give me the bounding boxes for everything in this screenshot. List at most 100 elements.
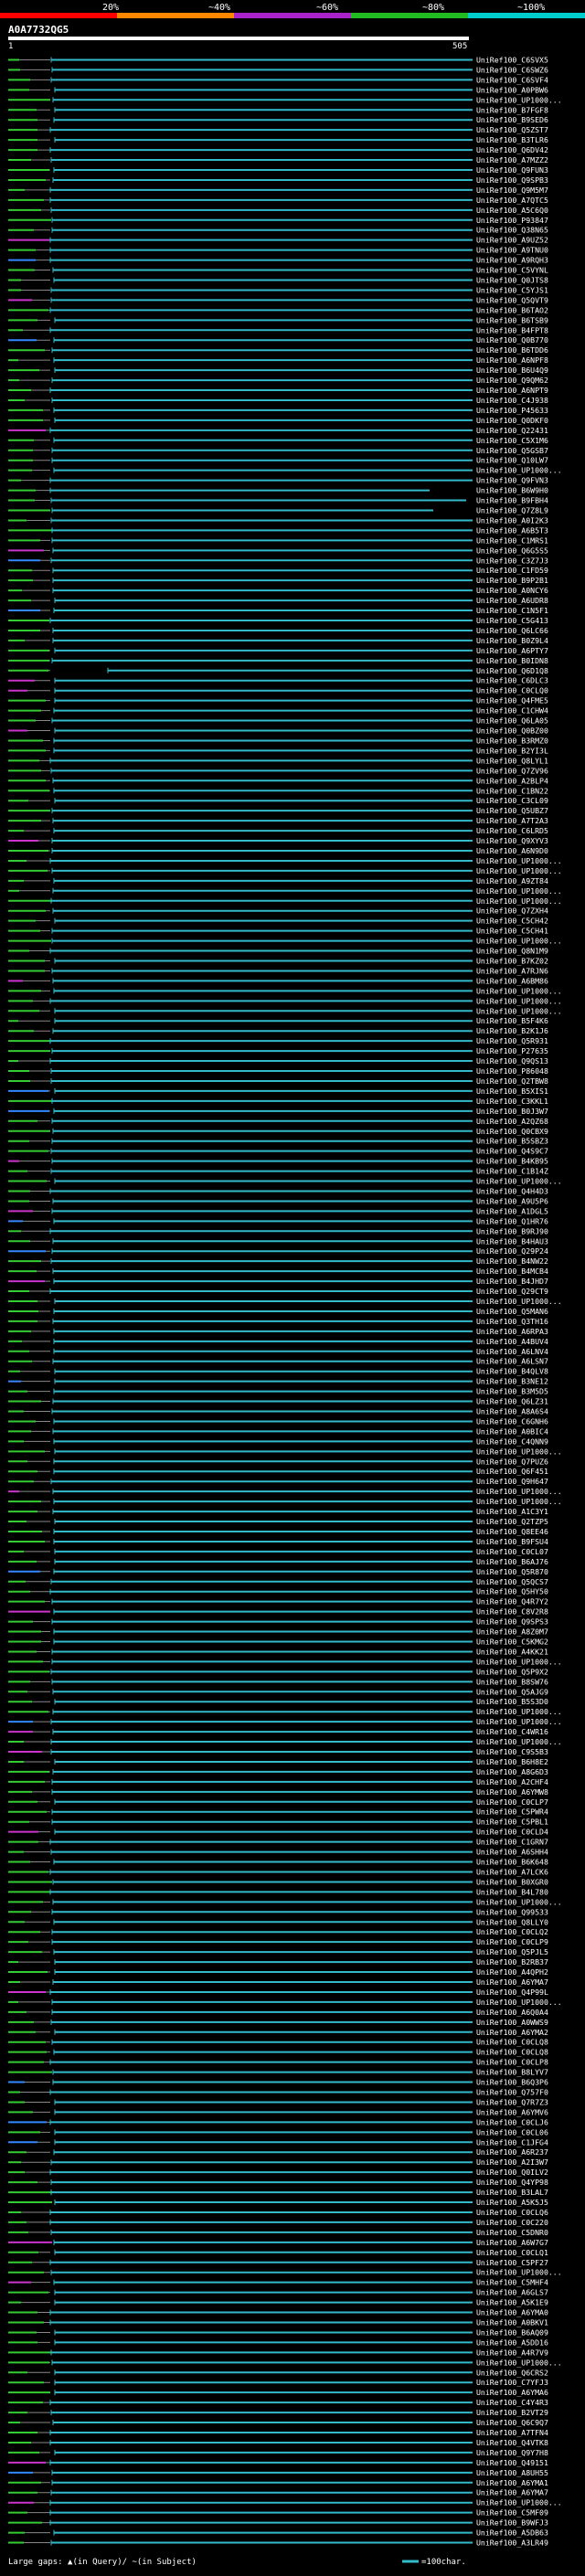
hit-label[interactable]: UniRef100_B6AQ09 <box>476 2327 548 2337</box>
hit-row[interactable]: UniRef100_C0CLJ6 <box>8 2117 548 2126</box>
hit-label[interactable]: UniRef100_C0CLP7 <box>476 1797 548 1807</box>
hit-label[interactable]: UniRef100_C7YFJ3 <box>476 2378 548 2387</box>
hit-label[interactable]: UniRef100_A4KK21 <box>476 1647 548 1656</box>
hit-label[interactable]: UniRef100_Q29CT9 <box>476 1287 548 1296</box>
hit-label[interactable]: UniRef100_Q7ZV96 <box>476 766 548 775</box>
hit-row[interactable]: UniRef100_A5C6Q0 <box>8 206 548 215</box>
hit-row[interactable]: UniRef100_A9UZ52 <box>8 236 548 245</box>
hit-label[interactable]: UniRef100_B3M5D5 <box>476 1387 548 1396</box>
hit-row[interactable]: UniRef100_C1N5F1 <box>8 606 548 615</box>
hit-row[interactable]: UniRef100_C0CL06 <box>8 2127 548 2136</box>
hit-label[interactable]: UniRef100_Q5QVT9 <box>476 295 548 304</box>
hit-label[interactable]: UniRef100_B3NE12 <box>476 1377 548 1386</box>
hit-row[interactable]: UniRef100_Q9FUN3 <box>8 165 548 175</box>
hit-label[interactable]: UniRef100_UP1000... <box>476 1717 562 1726</box>
hit-label[interactable]: UniRef100_Q6C9Q7 <box>476 2418 548 2427</box>
hit-label[interactable]: UniRef100_C0CLD4 <box>476 1828 548 1837</box>
hit-label[interactable]: UniRef100_B4QLV8 <box>476 1367 548 1376</box>
hit-label[interactable]: UniRef100_A6Q0A4 <box>476 2008 548 2017</box>
hit-label[interactable]: UniRef100_A0WWS9 <box>476 2018 548 2027</box>
hit-row[interactable]: UniRef100_C3CL09 <box>8 796 548 805</box>
hit-row[interactable]: UniRef100_B4NW22 <box>8 1256 548 1266</box>
hit-label[interactable]: UniRef100_Q49151 <box>476 2458 548 2467</box>
hit-label[interactable]: UniRef100_A6RPA3 <box>476 1327 548 1336</box>
hit-row[interactable]: UniRef100_UP1000... <box>8 2268 562 2277</box>
hit-row[interactable]: UniRef100_A2CHF4 <box>8 1777 548 1786</box>
hit-row[interactable]: UniRef100_A6SHH4 <box>8 1848 548 1857</box>
hit-label[interactable]: UniRef100_A7RJN6 <box>476 966 548 975</box>
hit-row[interactable]: UniRef100_Q5R931 <box>8 1036 548 1045</box>
hit-label[interactable]: UniRef100_B5SBZ3 <box>476 1137 548 1146</box>
hit-label[interactable]: UniRef100_Q6G5S5 <box>476 546 548 555</box>
hit-label[interactable]: UniRef100_C9S5B3 <box>476 1747 548 1756</box>
hit-label[interactable]: UniRef100_UP1000... <box>476 856 562 865</box>
hit-label[interactable]: UniRef100_C0C220 <box>476 2218 548 2227</box>
hit-label[interactable]: UniRef100_B9RJ90 <box>476 1226 548 1235</box>
hit-row[interactable]: UniRef100_B9SED6 <box>8 115 548 124</box>
hit-row[interactable]: UniRef100_A0BIC4 <box>8 1426 548 1436</box>
hit-label[interactable]: UniRef100_Q5QCS7 <box>476 1577 548 1586</box>
hit-label[interactable]: UniRef100_B2VT29 <box>476 2408 548 2417</box>
hit-row[interactable]: UniRef100_A6LNV4 <box>8 1347 548 1356</box>
hit-label[interactable]: UniRef100_UP1000... <box>476 1177 562 1186</box>
hit-label[interactable]: UniRef100_B6K648 <box>476 1858 548 1867</box>
hit-row[interactable]: UniRef100_Q6DV42 <box>8 145 548 154</box>
hit-label[interactable]: UniRef100_A9ZT84 <box>476 876 548 885</box>
hit-row[interactable]: UniRef100_A2QZ68 <box>8 1117 548 1126</box>
hit-row[interactable]: UniRef100_Q5HY50 <box>8 1587 548 1596</box>
hit-row[interactable]: UniRef100_A7LCK6 <box>8 1867 548 1876</box>
hit-row[interactable]: UniRef100_Q4P99L <box>8 1988 548 1997</box>
hit-label[interactable]: UniRef100_C5X1M6 <box>476 436 548 445</box>
hit-row[interactable]: UniRef100_B4KB95 <box>8 1157 548 1166</box>
hit-label[interactable]: UniRef100_A0I2K3 <box>476 515 548 525</box>
hit-label[interactable]: UniRef100_B7KZ02 <box>476 957 548 966</box>
hit-row[interactable]: UniRef100_C5G413 <box>8 616 548 625</box>
hit-row[interactable]: UniRef100_C4Y4R3 <box>8 2398 548 2407</box>
hit-row[interactable]: UniRef100_Q5ZST7 <box>8 125 548 134</box>
hit-label[interactable]: UniRef100_A9TNU0 <box>476 246 548 255</box>
hit-row[interactable]: UniRef100_B3TLR6 <box>8 135 548 144</box>
hit-row[interactable]: UniRef100_A6YMA1 <box>8 2478 548 2487</box>
hit-row[interactable]: UniRef100_C5PBL1 <box>8 1818 548 1827</box>
hit-label[interactable]: UniRef100_Q8EE46 <box>476 1527 548 1536</box>
hit-label[interactable]: UniRef100_A6YMA0 <box>476 2308 548 2317</box>
hit-row[interactable]: UniRef100_A9U5P6 <box>8 1196 548 1205</box>
hit-row[interactable]: UniRef100_C8V2R8 <box>8 1607 548 1617</box>
hit-row[interactable]: UniRef100_A1C3Y1 <box>8 1507 548 1516</box>
hit-label[interactable]: UniRef100_Q5GSB7 <box>476 446 548 455</box>
hit-row[interactable]: UniRef100_C6SVF4 <box>8 75 548 84</box>
hit-label[interactable]: UniRef100_C0CL06 <box>476 2127 548 2136</box>
hit-label[interactable]: UniRef100_B4MCB4 <box>476 1267 548 1276</box>
hit-row[interactable]: UniRef100_A7TFN4 <box>8 2428 548 2437</box>
hit-label[interactable]: UniRef100_C0CLQ6 <box>476 2208 548 2217</box>
hit-label[interactable]: UniRef100_C5MF09 <box>476 2508 548 2518</box>
hit-label[interactable]: UniRef100_Q0ILV2 <box>476 2168 548 2177</box>
hit-row[interactable]: UniRef100_B6Q3P6 <box>8 2078 548 2087</box>
hit-row[interactable]: UniRef100_UP1000... <box>8 986 562 995</box>
hit-row[interactable]: UniRef100_C6LRD5 <box>8 826 548 835</box>
hit-row[interactable]: UniRef100_UP1000... <box>8 996 562 1005</box>
hit-label[interactable]: UniRef100_UP1000... <box>476 1737 562 1746</box>
hit-label[interactable]: UniRef100_C5YJS1 <box>476 285 548 294</box>
hit-label[interactable]: UniRef100_A9UZ52 <box>476 236 548 245</box>
hit-label[interactable]: UniRef100_C6SWZ6 <box>476 65 548 74</box>
hit-label[interactable]: UniRef100_C5DNR0 <box>476 2228 548 2237</box>
hit-label[interactable]: UniRef100_Q8N1M9 <box>476 947 548 956</box>
hit-row[interactable]: UniRef100_C4WR16 <box>8 1727 548 1736</box>
hit-row[interactable]: UniRef100_Q7ZV96 <box>8 766 548 775</box>
hit-row[interactable]: UniRef100_B3LAL7 <box>8 2188 548 2197</box>
hit-row[interactable]: UniRef100_Q6G5S5 <box>8 546 548 555</box>
hit-row[interactable]: UniRef100_C5X1M6 <box>8 436 548 445</box>
hit-label[interactable]: UniRef100_Q7ZXH4 <box>476 906 548 916</box>
hit-row[interactable]: UniRef100_Q8N1M9 <box>8 947 548 956</box>
hit-row[interactable]: UniRef100_C0CL07 <box>8 1547 548 1556</box>
hit-row[interactable]: UniRef100_Q6CRS2 <box>8 2368 548 2377</box>
hit-row[interactable]: UniRef100_Q9Y7H8 <box>8 2448 548 2457</box>
hit-label[interactable]: UniRef100_C5MHF4 <box>476 2278 548 2287</box>
hit-row[interactable]: UniRef100_A4QPH2 <box>8 1967 548 1977</box>
hit-label[interactable]: UniRef100_Q7Z8L9 <box>476 505 548 514</box>
hit-row[interactable]: UniRef100_UP1000... <box>8 1447 562 1456</box>
hit-row[interactable]: UniRef100_Q4H4D3 <box>8 1186 548 1195</box>
hit-label[interactable]: UniRef100_Q6LC66 <box>476 626 548 635</box>
hit-label[interactable]: UniRef100_C0CLQ0 <box>476 686 548 695</box>
